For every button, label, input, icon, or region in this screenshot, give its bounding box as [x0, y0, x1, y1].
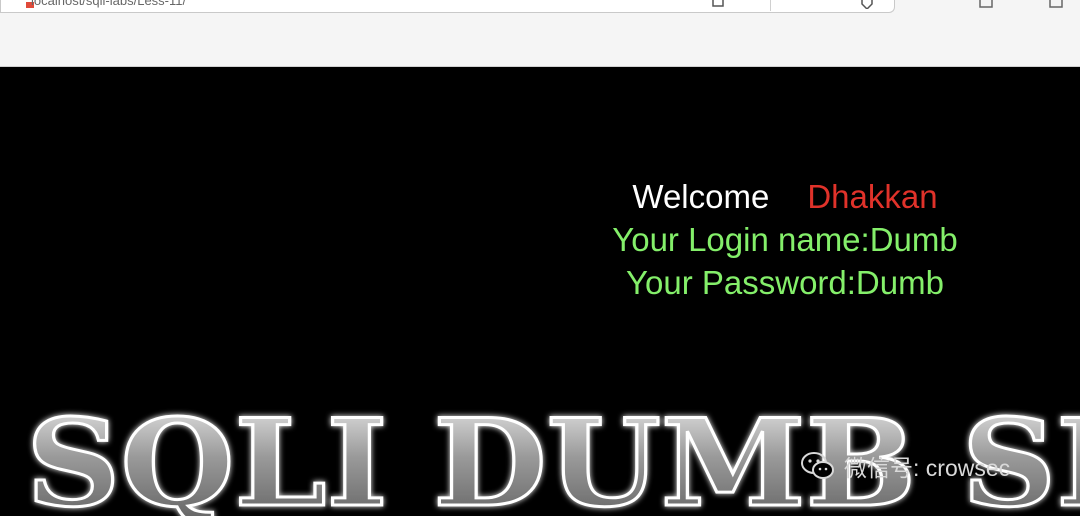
- star-icon[interactable]: [711, 0, 725, 8]
- watermark-text: 微信号: crowsec: [844, 455, 1011, 481]
- address-bar[interactable]: localhost/sqli-labs/Less-11/: [0, 0, 895, 13]
- welcome-block: Welcome Dhakkan Your Login name:Dumb Your…: [560, 175, 1010, 304]
- welcome-line: Welcome Dhakkan: [560, 175, 1010, 218]
- watermark: 微信号: crowsec: [800, 450, 1010, 482]
- page-content: Welcome Dhakkan Your Login name:Dumb Your…: [0, 67, 1080, 516]
- toolbar-divider: [770, 0, 771, 11]
- bookmark-icon[interactable]: [975, 0, 1075, 9]
- welcome-name: Dhakkan: [807, 178, 938, 215]
- browser-toolbar: localhost/sqli-labs/Less-11/: [0, 0, 1080, 67]
- wechat-icon: [801, 452, 834, 479]
- welcome-label: Welcome: [632, 178, 770, 215]
- login-name-line: Your Login name:Dumb: [612, 221, 958, 258]
- password-line: Your Password:Dumb: [626, 264, 944, 301]
- address-url[interactable]: localhost/sqli-labs/Less-11/: [31, 0, 186, 8]
- shield-icon[interactable]: [860, 0, 874, 9]
